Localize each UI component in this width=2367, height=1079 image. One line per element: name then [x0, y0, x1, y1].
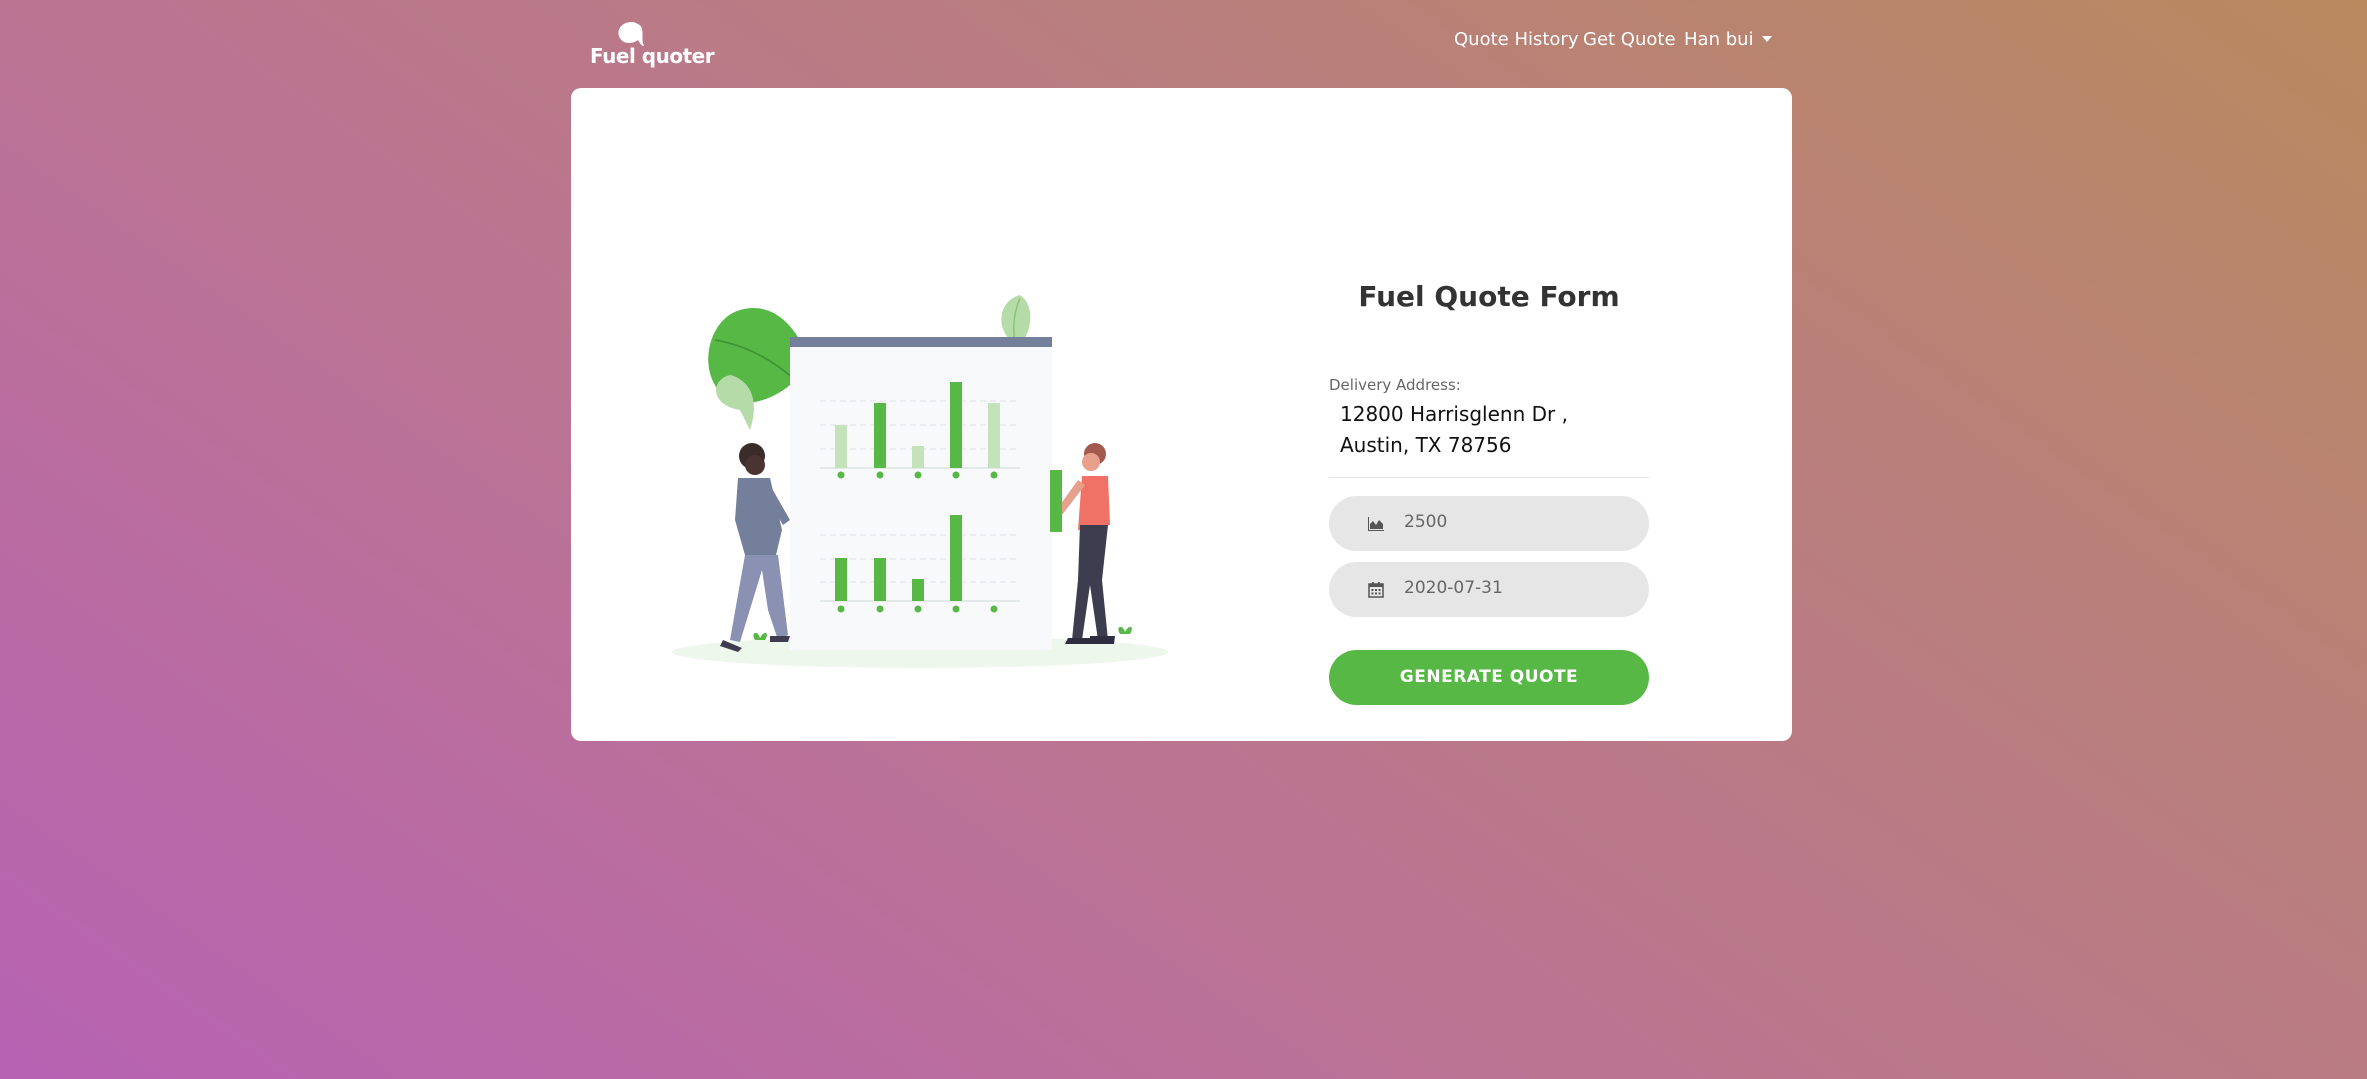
delivery-date-input[interactable]: 2020-07-31: [1329, 562, 1649, 617]
chart-area-icon: [1368, 517, 1384, 531]
calendar-icon: [1368, 582, 1384, 598]
nav-get-quote[interactable]: Get Quote: [1583, 29, 1676, 50]
generate-quote-button[interactable]: GENERATE QUOTE: [1329, 650, 1649, 705]
gallons-input[interactable]: 2500: [1329, 496, 1649, 551]
user-name: Han bui: [1684, 29, 1754, 50]
analytics-illustration: [672, 295, 1168, 668]
delivery-address-value: 12800 Harrisglenn Dr , Austin, TX 78756: [1340, 402, 1568, 457]
brand-logo[interactable]: Fuel quoter: [588, 18, 715, 72]
delivery-address-label: Delivery Address:: [1329, 376, 1461, 394]
user-menu-dropdown[interactable]: Han bui: [1684, 29, 1772, 50]
nav-quote-history[interactable]: Quote History: [1454, 29, 1578, 50]
navbar: Fuel quoter Quote History Get Quote Han …: [0, 0, 2367, 86]
brand-name: Fuel quoter: [590, 44, 715, 68]
gallons-value: 2500: [1404, 512, 1448, 532]
chevron-down-icon: [1761, 36, 1772, 42]
delivery-date-value: 2020-07-31: [1404, 578, 1503, 598]
divider: [1329, 477, 1649, 478]
form-title: Fuel Quote Form: [1358, 280, 1620, 313]
